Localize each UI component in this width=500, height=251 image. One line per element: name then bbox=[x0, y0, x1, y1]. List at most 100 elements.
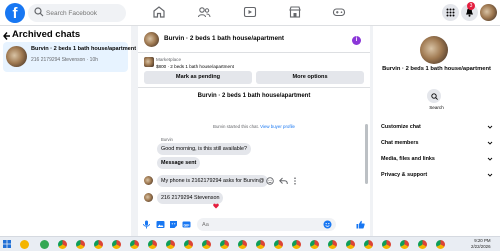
menu-label: Media, files and links bbox=[381, 156, 435, 162]
chrome-icon[interactable] bbox=[400, 240, 409, 249]
message-composer: GIF bbox=[138, 214, 370, 236]
video-icon[interactable] bbox=[243, 5, 257, 19]
chrome-icon[interactable] bbox=[310, 240, 319, 249]
home-icon[interactable] bbox=[152, 5, 166, 19]
chrome-icon[interactable] bbox=[94, 240, 103, 249]
menu-label: Chat members bbox=[381, 140, 419, 146]
archived-chat-item[interactable]: Burvin · 2 beds 1 bath house/apartment 2… bbox=[3, 42, 136, 72]
listing-thumbnail bbox=[144, 57, 154, 67]
customize-chat-row[interactable]: Customize chat bbox=[381, 121, 493, 133]
chrome-icon[interactable] bbox=[382, 240, 391, 249]
chat-avatar bbox=[6, 46, 27, 67]
microphone-icon[interactable] bbox=[142, 220, 151, 229]
more-options-button[interactable]: More options bbox=[256, 71, 364, 84]
search-label: Search bbox=[429, 105, 444, 110]
conversation-panel: Burvin · 2 beds 1 bath house/apartment i… bbox=[138, 26, 370, 236]
menu-label: Customize chat bbox=[381, 124, 421, 130]
chrome-icon[interactable] bbox=[238, 240, 247, 249]
chrome-icon[interactable] bbox=[202, 240, 211, 249]
info-icon[interactable]: i bbox=[352, 36, 361, 45]
taskbar-app-icon[interactable] bbox=[40, 240, 49, 249]
chrome-icon[interactable] bbox=[112, 240, 121, 249]
privacy-support-row[interactable]: Privacy & support bbox=[381, 169, 493, 181]
gif-icon[interactable]: GIF bbox=[182, 220, 191, 229]
svg-text:GIF: GIF bbox=[184, 223, 191, 227]
sticker-icon[interactable] bbox=[169, 220, 178, 229]
grid-menu-icon bbox=[446, 8, 455, 17]
message-bubble[interactable]: My phone is 2162179294 asks for Burvin@ bbox=[157, 175, 269, 187]
listing-title: Burvin · 2 beds 1 bath house/apartment bbox=[197, 93, 311, 99]
chrome-icon[interactable] bbox=[256, 240, 265, 249]
media-files-links-row[interactable]: Media, files and links bbox=[381, 153, 493, 165]
view-buyer-profile-link[interactable]: View buyer profile bbox=[260, 124, 295, 129]
chat-info-panel: Burvin · 2 beds 1 bath house/apartment S… bbox=[373, 26, 500, 236]
chevron-down-icon bbox=[487, 141, 493, 145]
chrome-icon[interactable] bbox=[184, 240, 193, 249]
system-message-text: Burvin started this chat. bbox=[213, 124, 259, 129]
chevron-down-icon bbox=[487, 157, 493, 161]
conversation-avatar[interactable] bbox=[144, 32, 159, 47]
chat-preview: 216 2179294 Stevenson · 10h bbox=[31, 57, 98, 63]
search-icon bbox=[34, 7, 44, 17]
conversation-title[interactable]: Burvin · 2 beds 1 bath house/apartment bbox=[164, 35, 284, 42]
photo-icon[interactable] bbox=[156, 220, 165, 229]
facebook-logo[interactable]: f bbox=[5, 3, 25, 23]
chrome-icon[interactable] bbox=[76, 240, 85, 249]
chrome-icon[interactable] bbox=[418, 240, 427, 249]
chevron-down-icon bbox=[487, 125, 493, 129]
reply-icon[interactable] bbox=[279, 177, 288, 185]
friends-icon[interactable] bbox=[197, 5, 211, 19]
windows-taskbar: 9:20 PM 2/22/2026 bbox=[0, 236, 500, 251]
scrollbar[interactable] bbox=[365, 124, 368, 184]
chat-members-row[interactable]: Chat members bbox=[381, 137, 493, 149]
message-bubble[interactable]: Good morning, is this still available? bbox=[157, 143, 251, 155]
chrome-icon[interactable] bbox=[58, 240, 67, 249]
search-icon bbox=[430, 92, 438, 100]
chevron-down-icon bbox=[487, 173, 493, 177]
mark-as-pending-button[interactable]: Mark as pending bbox=[144, 71, 252, 84]
emoji-icon[interactable] bbox=[323, 220, 332, 229]
archived-chats-panel: Archived chats Burvin · 2 beds 1 bath ho… bbox=[0, 26, 136, 236]
marketplace-label: Marketplace bbox=[156, 57, 182, 62]
chat-title: Burvin · 2 beds 1 bath house/apartment bbox=[31, 46, 137, 52]
chrome-icon[interactable] bbox=[292, 240, 301, 249]
emoji-react-icon[interactable] bbox=[266, 177, 274, 185]
chrome-icon[interactable] bbox=[364, 240, 373, 249]
menu-button[interactable] bbox=[442, 4, 459, 21]
chrome-icon[interactable] bbox=[166, 240, 175, 249]
chrome-icon[interactable] bbox=[436, 240, 445, 249]
taskbar-app-icon[interactable] bbox=[20, 240, 29, 249]
notification-badge: 3 bbox=[467, 2, 475, 10]
chrome-icon[interactable] bbox=[346, 240, 355, 249]
panel-title: Archived chats bbox=[12, 29, 81, 40]
more-icon[interactable] bbox=[293, 177, 297, 185]
search-box[interactable] bbox=[28, 4, 126, 22]
windows-start-icon[interactable] bbox=[3, 240, 11, 248]
heart-reaction-icon bbox=[213, 203, 219, 209]
chrome-icon[interactable] bbox=[130, 240, 139, 249]
sender-avatar bbox=[144, 193, 153, 202]
chrome-icon[interactable] bbox=[274, 240, 283, 249]
clock-date: 2/22/2026 bbox=[471, 244, 491, 249]
message-input-box[interactable] bbox=[197, 218, 336, 231]
chat-info-title: Burvin · 2 beds 1 bath house/apartment bbox=[382, 66, 491, 72]
marketplace-icon[interactable] bbox=[288, 5, 302, 19]
gaming-icon[interactable] bbox=[332, 5, 346, 19]
sender-name: Burvin bbox=[161, 137, 173, 142]
account-avatar[interactable] bbox=[480, 4, 497, 21]
sender-avatar bbox=[144, 176, 153, 185]
search-input[interactable] bbox=[46, 6, 122, 20]
profile-avatar[interactable] bbox=[420, 36, 448, 64]
system-clock[interactable]: 9:20 PM 2/22/2026 bbox=[471, 238, 491, 250]
chrome-icon[interactable] bbox=[148, 240, 157, 249]
message-thread: Burvin · 2 beds 1 bath house/apartment B… bbox=[138, 88, 370, 204]
chrome-icon[interactable] bbox=[328, 240, 337, 249]
divider bbox=[138, 52, 370, 53]
back-arrow-icon[interactable] bbox=[3, 30, 11, 42]
message-bubble[interactable]: Message sent bbox=[157, 157, 201, 169]
chrome-icon[interactable] bbox=[220, 240, 229, 249]
thumbs-up-icon[interactable] bbox=[356, 220, 365, 229]
top-navigation-bar: f 3 bbox=[0, 0, 500, 26]
search-in-conversation-button[interactable] bbox=[427, 89, 441, 103]
message-input[interactable] bbox=[202, 220, 302, 229]
